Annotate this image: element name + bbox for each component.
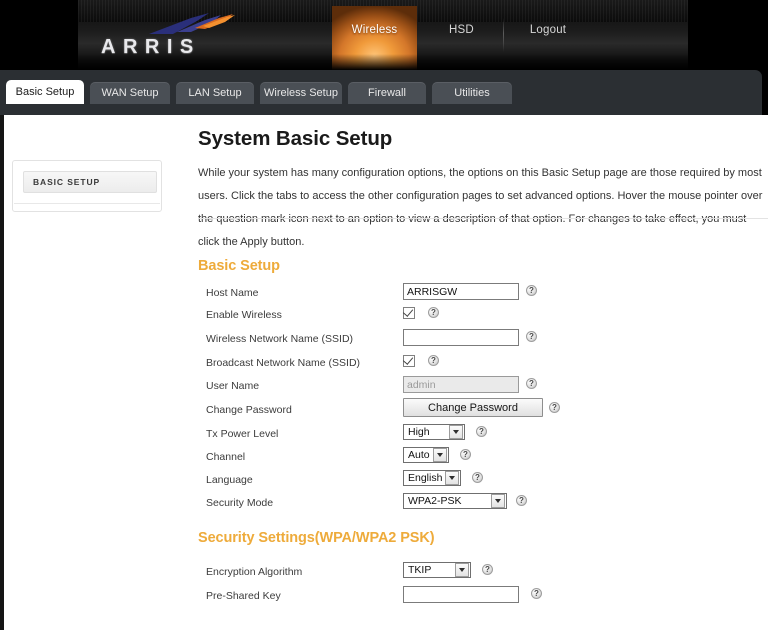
field-row-enable-wireless: Enable Wireless ? xyxy=(198,307,768,325)
tab-firewall[interactable]: Firewall xyxy=(348,82,426,104)
nav-label-hsd: HSD xyxy=(449,24,474,36)
pre-shared-key-input[interactable] xyxy=(403,586,519,603)
broadcast-ssid-checkbox[interactable] xyxy=(403,355,415,367)
label-user-name: User Name xyxy=(206,380,260,392)
chevron-down-icon xyxy=(433,448,447,462)
page-description: While your system has many configuration… xyxy=(198,167,763,248)
field-row-ssid: Wireless Network Name (SSID) ? xyxy=(198,329,768,349)
label-enable-wireless: Enable Wireless xyxy=(206,309,282,321)
label-channel: Channel xyxy=(206,451,246,463)
arris-swoosh-icon xyxy=(149,13,235,34)
nav-label-wireless: Wireless xyxy=(351,24,398,36)
help-icon-user-name[interactable]: ? xyxy=(526,378,537,389)
section-heading-security-settings: Security Settings(WPA/WPA2 PSK) xyxy=(198,530,435,546)
page-title: System Basic Setup xyxy=(198,127,393,150)
channel-value: Auto xyxy=(408,449,430,461)
tab-label: Wireless Setup xyxy=(264,87,338,99)
field-row-tx-power-level: Tx Power Level High ? xyxy=(198,424,768,444)
field-row-broadcast-ssid: Broadcast Network Name (SSID) ? xyxy=(198,355,768,373)
tab-label: Utilities xyxy=(454,87,490,99)
channel-select[interactable]: Auto xyxy=(403,447,449,463)
tab-utilities[interactable]: Utilities xyxy=(432,82,512,104)
field-row-language: Language English ? xyxy=(198,470,768,490)
tab-label: Basic Setup xyxy=(15,86,75,98)
sidebar-item-label: BASIC SETUP xyxy=(33,177,101,187)
security-mode-value: WPA2-PSK xyxy=(408,495,462,507)
label-tx-power-level: Tx Power Level xyxy=(206,428,279,440)
host-name-input[interactable] xyxy=(403,283,519,300)
enable-wireless-checkbox[interactable] xyxy=(403,307,415,319)
help-icon-host-name[interactable]: ? xyxy=(526,285,537,296)
label-encryption-algorithm: Encryption Algorithm xyxy=(206,566,303,578)
field-row-security-mode: Security Mode WPA2-PSK ? xyxy=(198,493,768,513)
arris-logo[interactable]: ARRIS xyxy=(95,12,235,58)
chevron-down-icon xyxy=(491,494,505,508)
nav-separator xyxy=(503,18,504,52)
tab-wan-setup[interactable]: WAN Setup xyxy=(90,82,170,104)
encryption-algorithm-value: TKIP xyxy=(408,564,432,576)
field-row-channel: Channel Auto ? xyxy=(198,447,768,467)
sidebar-item-basic-setup[interactable]: BASIC SETUP xyxy=(23,171,157,193)
help-icon-ssid[interactable]: ? xyxy=(526,331,537,342)
label-change-password: Change Password xyxy=(206,404,292,416)
user-name-input xyxy=(403,376,519,393)
label-broadcast-ssid: Broadcast Network Name (SSID) xyxy=(206,357,361,369)
tx-power-level-value: High xyxy=(408,426,430,438)
security-mode-select[interactable]: WPA2-PSK xyxy=(403,493,507,509)
page-body: setuprouter BASIC SETUP System Basic Set… xyxy=(0,115,768,630)
chevron-down-icon xyxy=(455,563,469,577)
tab-bar: Basic Setup WAN Setup LAN Setup Wireless… xyxy=(0,70,762,115)
label-ssid: Wireless Network Name (SSID) xyxy=(206,333,354,345)
help-icon-channel[interactable]: ? xyxy=(460,449,471,460)
help-icon-pre-shared-key[interactable]: ? xyxy=(531,588,542,599)
field-row-user-name: User Name ? xyxy=(198,376,768,396)
nav-label-logout: Logout xyxy=(529,24,567,36)
field-row-change-password: Change Password Change Password ? xyxy=(198,398,768,420)
language-value: English xyxy=(408,472,443,484)
label-security-mode: Security Mode xyxy=(206,497,274,509)
help-icon-broadcast-ssid[interactable]: ? xyxy=(428,355,439,366)
site-header: ARRIS Wireless HSD Logout xyxy=(78,0,688,70)
tab-wireless-setup[interactable]: Wireless Setup xyxy=(260,82,342,104)
label-host-name: Host Name xyxy=(206,287,259,299)
tab-label: WAN Setup xyxy=(101,87,159,99)
encryption-algorithm-select[interactable]: TKIP xyxy=(403,562,471,578)
help-icon-encryption-algorithm[interactable]: ? xyxy=(482,564,493,575)
sidebar-divider xyxy=(14,203,160,204)
help-icon-change-password[interactable]: ? xyxy=(549,402,560,413)
header-bottom-fade xyxy=(78,54,688,70)
help-icon-tx-power-level[interactable]: ? xyxy=(476,426,487,437)
section-divider xyxy=(198,218,768,219)
tab-basic-setup[interactable]: Basic Setup xyxy=(6,80,84,104)
field-row-encryption-algorithm: Encryption Algorithm TKIP ? xyxy=(198,562,768,582)
help-icon-security-mode[interactable]: ? xyxy=(516,495,527,506)
label-language: Language xyxy=(206,474,253,486)
tab-label: LAN Setup xyxy=(188,87,242,99)
tab-label: Firewall xyxy=(368,87,406,99)
field-row-pre-shared-key: Pre-Shared Key ? xyxy=(198,586,768,606)
chevron-down-icon xyxy=(445,471,459,485)
tx-power-level-select[interactable]: High xyxy=(403,424,465,440)
browser-screen: ARRIS Wireless HSD Logout Basic Setup WA… xyxy=(0,0,768,630)
chevron-down-icon xyxy=(449,425,463,439)
change-password-button[interactable]: Change Password xyxy=(403,398,543,417)
field-row-host-name: Host Name ? xyxy=(198,283,768,303)
section-heading-basic-setup: Basic Setup xyxy=(198,258,280,274)
help-icon-language[interactable]: ? xyxy=(472,472,483,483)
sidebar: BASIC SETUP xyxy=(12,160,162,212)
language-select[interactable]: English xyxy=(403,470,461,486)
tab-lan-setup[interactable]: LAN Setup xyxy=(176,82,254,104)
label-pre-shared-key: Pre-Shared Key xyxy=(206,590,281,602)
ssid-input[interactable] xyxy=(403,329,519,346)
help-icon-enable-wireless[interactable]: ? xyxy=(428,307,439,318)
